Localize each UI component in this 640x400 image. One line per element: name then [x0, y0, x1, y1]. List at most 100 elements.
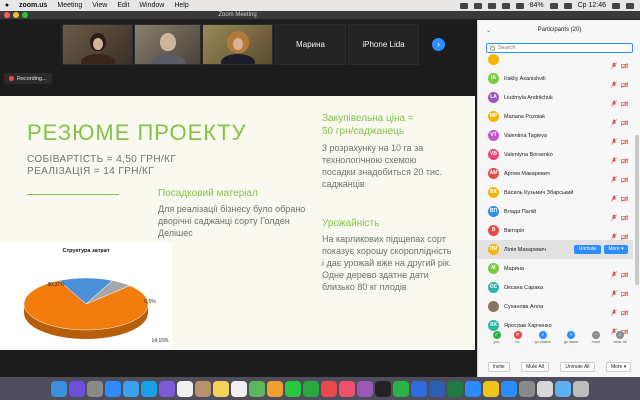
safari-icon[interactable] [105, 380, 121, 397]
spotlight-icon[interactable] [612, 2, 620, 9]
participant-row[interactable]: VB Valentyna Borsenko [478, 145, 633, 165]
menu-app-name[interactable]: zoom.us [14, 2, 52, 9]
recording-label: Recording... [17, 75, 47, 82]
menu-edit[interactable]: Edit [112, 2, 134, 9]
messages-icon[interactable] [285, 380, 301, 397]
podcasts-icon[interactable] [357, 380, 373, 397]
participant-name: Ярослав Харченко [504, 322, 552, 329]
folder-icon[interactable] [555, 380, 571, 397]
participant-row[interactable]: LA Liudmyla Andriichuk [478, 88, 633, 108]
notes-icon[interactable] [213, 380, 229, 397]
chrome-icon[interactable] [483, 380, 499, 397]
wifi-icon[interactable] [501, 2, 510, 9]
keynote-icon[interactable] [411, 380, 427, 397]
menu-meeting[interactable]: Meeting [52, 2, 87, 9]
avatar: ОС [488, 282, 499, 293]
avatar: ВП [488, 206, 499, 217]
reaction-no[interactable]: ✕ no [513, 331, 522, 357]
participant-row[interactable]: ВК Василь Кузьмич Збарський [478, 183, 633, 203]
control-center-icon[interactable] [626, 2, 634, 9]
zoom-icon[interactable] [465, 380, 481, 397]
numbers-icon[interactable] [393, 380, 409, 397]
skype-icon[interactable] [141, 380, 157, 397]
reaction-more[interactable]: ⋯ more [592, 331, 600, 357]
video-tile-3[interactable] [202, 24, 273, 65]
reaction-go-slower[interactable]: «go slower [535, 331, 551, 357]
battery-icon[interactable] [549, 2, 558, 9]
collapse-chevron-icon[interactable]: ⌄ [486, 27, 491, 34]
reminders-icon[interactable] [231, 380, 247, 397]
menu-help[interactable]: Help [169, 2, 193, 9]
facetime-icon[interactable] [303, 380, 319, 397]
participant-row[interactable] [478, 50, 633, 70]
maps-icon[interactable] [249, 380, 265, 397]
participant-row[interactable]: ОС Оксана Сарака [478, 278, 633, 298]
mail-icon[interactable] [123, 380, 139, 397]
participant-row[interactable]: ВП Влада Палій [478, 202, 633, 222]
airplay-icon[interactable] [473, 2, 482, 9]
more-button[interactable]: More ▾ [605, 361, 632, 372]
participant-row[interactable]: Суханова Алла [478, 297, 633, 317]
video-tile-1[interactable] [62, 24, 133, 65]
music-icon[interactable] [339, 380, 355, 397]
avatar: VB [488, 149, 499, 160]
video-tile-2[interactable] [134, 24, 201, 65]
clock[interactable]: Ср 12:46 [578, 2, 606, 9]
menu-view[interactable]: View [87, 2, 112, 9]
muted-mic-icon [611, 322, 617, 335]
appstore-icon[interactable] [501, 380, 517, 397]
participant-row[interactable]: IA Irakliy Asanishvili [478, 69, 633, 89]
participant-row[interactable]: В Вікторія [478, 221, 633, 241]
apple-menu-icon[interactable]: ● [0, 2, 14, 9]
flag-icon[interactable] [563, 2, 572, 9]
participant-row[interactable]: VT Valentina Tagieva [478, 126, 633, 146]
launchpad-icon[interactable] [87, 380, 103, 397]
finder-icon[interactable] [51, 380, 67, 397]
video-tile-name[interactable]: Марина [275, 24, 346, 65]
reaction-icon: « [538, 331, 547, 339]
reaction-icon: ✓ [492, 331, 501, 339]
reaction-go-faster[interactable]: » go faster [564, 331, 579, 357]
video-off-icon [621, 132, 628, 146]
reaction-yes[interactable]: ✓ yes [492, 331, 501, 357]
contacts-icon[interactable] [195, 380, 211, 397]
mute-all-button[interactable]: Mute All [521, 361, 549, 372]
participant-name: Артем Макаревич [504, 170, 550, 177]
preferences-icon[interactable] [519, 380, 535, 397]
participant-row[interactable]: AM Артем Макаревич [478, 164, 633, 184]
siri-icon[interactable] [69, 380, 85, 397]
reaction-clear-all[interactable]: ○ clear all [613, 331, 626, 357]
photos-icon[interactable] [267, 380, 283, 397]
participant-more-button[interactable]: More ▾ [604, 245, 628, 254]
recording-indicator[interactable]: Recording... [4, 73, 52, 84]
trash-icon[interactable] [573, 380, 589, 397]
tv-icon[interactable] [375, 380, 391, 397]
participant-row[interactable]: М Марина [478, 259, 633, 279]
news-icon[interactable] [321, 380, 337, 397]
video-area-bottom [0, 350, 475, 377]
video-tile-name[interactable]: iPhone Lida [348, 24, 419, 65]
participant-row[interactable]: MP Mariana Pozniak [478, 107, 633, 127]
muted-mic-icon [611, 189, 617, 202]
unmute-button[interactable]: Unmute [574, 245, 601, 254]
unmute-all-button[interactable]: Unmute All [560, 361, 595, 372]
avatar: В [488, 225, 499, 236]
calendar-icon[interactable] [177, 380, 193, 397]
battery-percent[interactable]: 84% [530, 2, 544, 9]
participant-row[interactable]: ЛМ Лілія Макаревич Unmute More ▾ [478, 240, 633, 259]
excel-icon[interactable] [447, 380, 463, 397]
bluetooth-icon[interactable] [487, 2, 496, 9]
menu-window[interactable]: Window [134, 2, 169, 9]
word-icon[interactable] [429, 380, 445, 397]
preview-icon[interactable] [537, 380, 553, 397]
chevron-right-icon[interactable]: › [432, 38, 445, 51]
list-scrollbar[interactable] [635, 135, 639, 285]
reaction-label: yes [493, 340, 500, 344]
volume-icon[interactable] [515, 2, 524, 9]
avatar: ЛМ [488, 244, 499, 255]
participant-status-icons [611, 189, 628, 203]
zoom-status-icon[interactable] [459, 2, 468, 9]
viber-icon[interactable] [159, 380, 175, 397]
invite-button[interactable]: Invite [487, 361, 510, 372]
participant-face [162, 36, 173, 48]
